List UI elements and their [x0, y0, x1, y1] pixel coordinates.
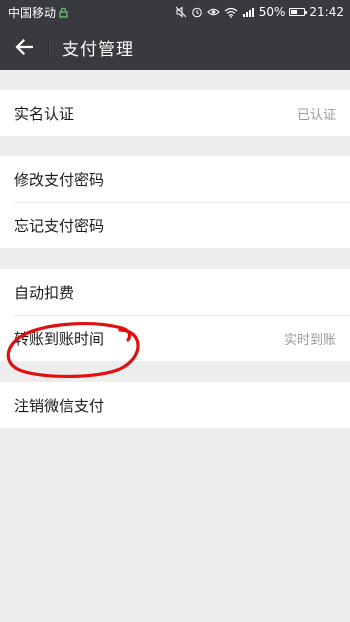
signal-icon: [242, 7, 255, 18]
status-bar: 中国移动 50% 21:42: [0, 0, 350, 24]
clock: 21:42: [309, 5, 344, 19]
group-transfer: 自动扣费 转账到账时间 实时到账: [0, 269, 350, 361]
mute-icon: [175, 6, 187, 18]
battery-percent: 50%: [258, 5, 286, 19]
group-deregister: 注销微信支付: [0, 382, 350, 428]
group-verification: 实名认证 已认证: [0, 90, 350, 136]
eye-icon: [207, 6, 220, 18]
back-button[interactable]: [0, 24, 48, 70]
group-password: 修改支付密码 忘记支付密码: [0, 156, 350, 248]
lock-icon: [59, 7, 68, 18]
title-divider: [48, 36, 50, 58]
list-item-transfer-time[interactable]: 转账到账时间 实时到账: [0, 315, 350, 361]
list-item-value: 已认证: [296, 107, 336, 123]
list-item-label: 忘记支付密码: [14, 216, 105, 235]
list-item-value: 实时到账: [283, 332, 336, 348]
list-item-change-password[interactable]: 修改支付密码: [0, 156, 350, 202]
list-item-label: 注销微信支付: [14, 396, 105, 415]
list-item-label: 实名认证: [14, 104, 75, 123]
page-title: 支付管理: [62, 39, 134, 60]
list-item-auto-deduct[interactable]: 自动扣费: [0, 269, 350, 315]
title-bar: 支付管理: [0, 24, 350, 70]
list-item-label: 修改支付密码: [14, 170, 105, 189]
alarm-icon: [191, 6, 203, 18]
list-item-deregister[interactable]: 注销微信支付: [0, 382, 350, 428]
list-item-label: 自动扣费: [14, 283, 75, 302]
list-item-forgot-password[interactable]: 忘记支付密码: [0, 202, 350, 248]
list-item-label: 转账到账时间: [14, 329, 105, 348]
wifi-icon: [224, 7, 238, 18]
carrier-label: 中国移动: [8, 5, 57, 20]
back-arrow-icon: [15, 39, 33, 55]
list-item-real-name[interactable]: 实名认证 已认证: [0, 90, 350, 136]
battery-icon: [289, 8, 308, 16]
